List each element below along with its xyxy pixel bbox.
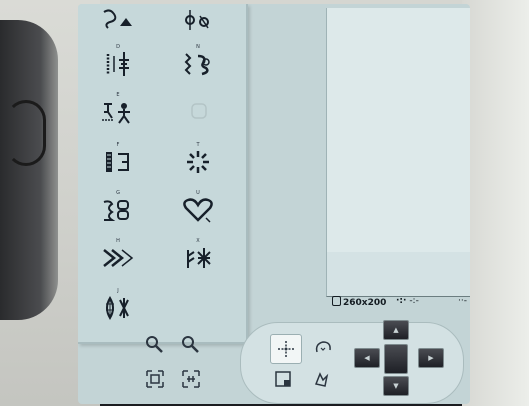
grid-toggle-icon[interactable] (180, 368, 202, 390)
stitch-item[interactable]: G (96, 190, 140, 232)
arrow-left-icon: ◀ (364, 354, 370, 362)
zoom-in-icon[interactable] (144, 334, 166, 354)
arrow-right-icon: ▶ (428, 354, 434, 362)
stitch-flourish-icon (185, 10, 209, 30)
stitch-item[interactable]: F (96, 142, 140, 184)
hoop-size-readout: 260x200 (332, 296, 386, 308)
stitch-item[interactable]: T (176, 142, 220, 184)
embroidery-canvas[interactable] (326, 8, 470, 253)
stitch-item[interactable]: N (176, 44, 220, 86)
stitch-chevron-icon (103, 249, 134, 267)
frame-outline-icon[interactable] (272, 368, 294, 390)
dpad-right[interactable]: ▶ (418, 348, 444, 368)
stitch-leaf-icon (106, 296, 129, 320)
move-button[interactable] (270, 334, 302, 364)
fit-screen-icon[interactable] (144, 368, 166, 390)
dpad-down[interactable]: ▼ (383, 376, 409, 396)
stitch-item[interactable]: X (176, 238, 220, 280)
move-crosshair-icon (278, 341, 294, 357)
stitch-item[interactable]: E (96, 92, 140, 134)
arrow-up-icon: ▲ (393, 326, 399, 334)
stitch-snowflake-icon (187, 248, 211, 268)
stitch-starburst-icon (187, 151, 209, 173)
stitch-item[interactable]: H (96, 238, 140, 280)
stitch-item[interactable] (176, 4, 220, 42)
hoop-frame-icon (332, 296, 341, 306)
stitch-item[interactable] (96, 4, 140, 42)
stitch-item[interactable]: D (96, 44, 140, 86)
stitch-heart-icon (183, 198, 213, 223)
stitch-item[interactable]: U (176, 190, 220, 232)
center-position-readout: ·:· -:- (396, 296, 419, 306)
thread-opening (0, 20, 58, 320)
stitch-satin-bar-icon (106, 152, 129, 172)
stitch-serif-s-icon (103, 9, 132, 29)
touch-screen: ⤢ ✎ ⇡ ⇠ ▯ ◷ D (78, 4, 470, 404)
stitch-ladder-icon (106, 52, 129, 76)
thread-cable (6, 100, 46, 166)
stitch-item[interactable]: J (96, 288, 140, 330)
machine-bezel-right (462, 0, 529, 406)
pan-hand-icon[interactable] (310, 368, 332, 390)
stitch-knot-icon (103, 200, 129, 221)
dpad-up[interactable]: ▲ (383, 320, 409, 340)
arrow-down-icon: ▼ (393, 382, 399, 390)
canvas-hoop-bottom (326, 252, 470, 297)
dpad-left[interactable]: ◀ (354, 348, 380, 368)
dpad-center[interactable] (384, 344, 408, 374)
stitch-zigzag-loop-icon (184, 53, 210, 76)
stitch-selection-panel: D N E F T G U H X J (78, 4, 248, 344)
stitch-figure-icon (102, 103, 130, 124)
stitch-item[interactable] (176, 94, 220, 134)
crosshair-icon: ·:· (396, 296, 407, 306)
status-dots: ··- (458, 296, 467, 306)
rotate-icon[interactable] (312, 338, 334, 358)
zoom-out-icon[interactable] (180, 334, 202, 354)
stitch-empty-slot (191, 103, 207, 119)
